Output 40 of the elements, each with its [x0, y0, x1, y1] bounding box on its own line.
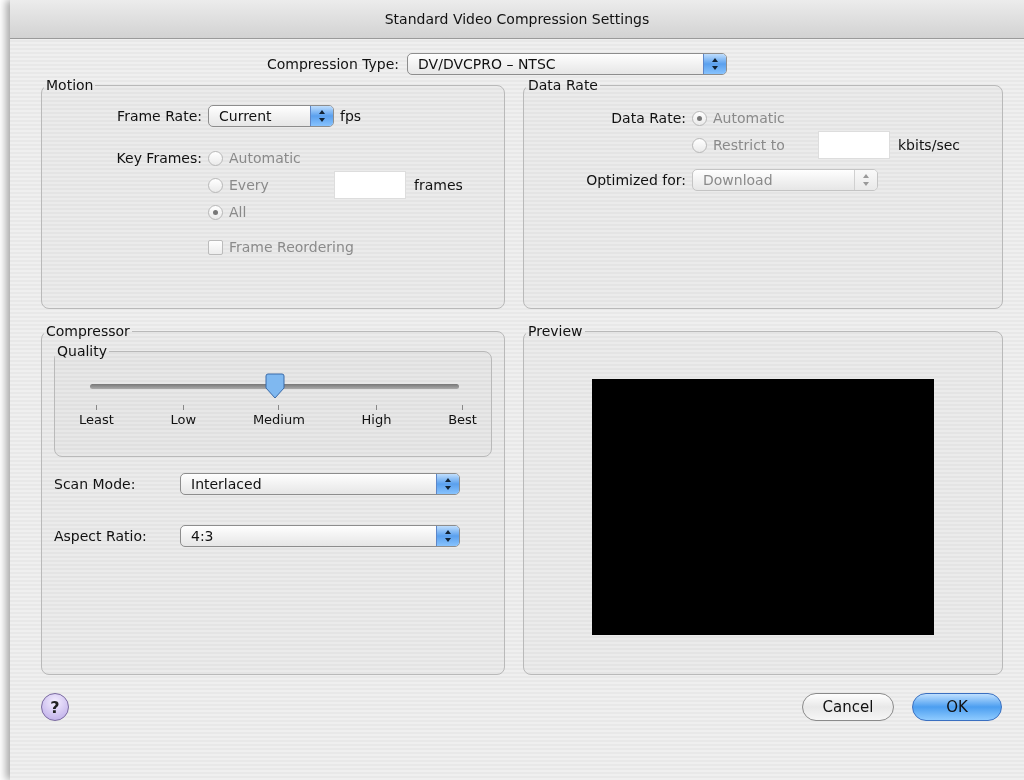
unit-label: fps — [340, 108, 362, 124]
aspect-ratio-popup[interactable]: 4:3 — [180, 525, 460, 547]
unit-label: kbits/sec — [898, 137, 960, 153]
stepper-icon — [703, 54, 727, 74]
tick-label: Best — [448, 412, 477, 427]
stepper-icon — [854, 170, 877, 190]
tick-label: Low — [170, 412, 197, 427]
tick-label: Least — [79, 412, 114, 427]
help-button[interactable]: ? — [41, 693, 69, 721]
stepper-icon — [436, 526, 459, 546]
radio-label: Automatic — [713, 110, 785, 126]
unit-label: frames — [414, 177, 463, 193]
group-title: Preview — [527, 323, 584, 339]
group-title: Compressor — [45, 323, 131, 339]
cancel-button[interactable]: Cancel — [802, 693, 894, 721]
tick-label: Medium — [252, 412, 305, 427]
compression-type-popup[interactable]: DV/DVCPRO – NTSC — [407, 53, 728, 75]
field-label: Aspect Ratio: — [54, 528, 148, 544]
field-label: Scan Mode: — [54, 476, 137, 492]
radio-label: All — [229, 204, 247, 220]
field-label: Key Frames: — [115, 149, 202, 165]
radio-label: Restrict to — [713, 137, 785, 153]
checkbox-label: Frame Reordering — [229, 239, 354, 255]
tick-label: High — [361, 412, 392, 427]
group-title: Data Rate — [527, 77, 599, 93]
field-label: Frame Rate: — [116, 108, 202, 124]
field-label: Optimized for: — [585, 172, 686, 188]
scan-mode-popup[interactable]: Interlaced — [180, 473, 460, 495]
field-label: Compression Type: — [266, 56, 400, 72]
group-title: Quality — [56, 343, 109, 359]
slider-thumb[interactable] — [264, 373, 285, 399]
ok-button[interactable]: OK — [912, 693, 1002, 721]
stepper-icon — [436, 474, 459, 494]
field-label: Data Rate: — [610, 109, 686, 128]
radio-label: Every — [229, 177, 269, 193]
window-title: Standard Video Compression Settings — [384, 11, 650, 27]
radio-label: Automatic — [229, 150, 301, 166]
group-title: Motion — [45, 77, 95, 93]
frame-rate-popup[interactable]: Current — [208, 105, 334, 127]
stepper-icon — [310, 106, 333, 126]
